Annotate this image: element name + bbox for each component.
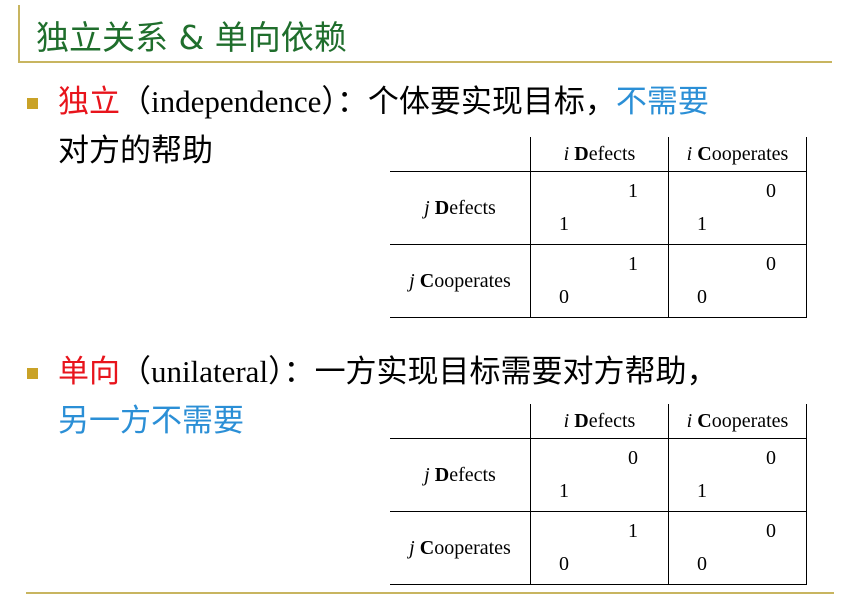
payoff-j: 0	[559, 553, 569, 575]
row-label-j-defects: j Defects	[390, 438, 531, 512]
payoff-i: 0	[628, 447, 638, 469]
col-header-i-defects: i Defects	[530, 137, 669, 172]
row-label-j-cooperates: j Cooperates	[390, 244, 531, 318]
slide-title: 独立关系 & 单向依赖	[36, 18, 347, 57]
section2-desc: 一方实现目标需要对方帮助，	[314, 354, 718, 390]
payoff-cell: 10	[530, 244, 669, 318]
payoff-i: 1	[628, 180, 638, 202]
section2-paren-open: （	[120, 354, 151, 390]
payoff-cell: 01	[668, 438, 807, 512]
section2-term: 单向	[58, 354, 120, 390]
section1-colon: ：	[336, 84, 368, 120]
payoff-j: 1	[697, 480, 707, 502]
payoff-table-unilateral: i Defects i Cooperates j Defects 01 01 j…	[390, 404, 807, 585]
payoff-cell: 01	[668, 171, 807, 245]
section2-line1: 单向（unilateral）：一方实现目标需要对方帮助，	[58, 356, 718, 388]
payoff-cell: 11	[530, 171, 669, 245]
payoff-table-independence: i Defects i Cooperates j Defects 11 01 j…	[390, 137, 807, 318]
payoff-i: 0	[766, 447, 776, 469]
payoff-i: 0	[766, 520, 776, 542]
payoff-cell: 00	[668, 511, 807, 585]
payoff-j: 0	[697, 286, 707, 308]
bottom-rule	[26, 592, 834, 594]
row-label-j-cooperates: j Cooperates	[390, 511, 531, 585]
section1-english: independence	[151, 84, 322, 119]
col-header-i-cooperates: i Cooperates	[668, 404, 807, 439]
payoff-i: 1	[628, 520, 638, 542]
payoff-j: 1	[697, 213, 707, 235]
section1-desc: 个体要实现目标，	[367, 84, 616, 120]
payoff-i: 0	[766, 253, 776, 275]
table-corner	[390, 137, 531, 172]
table-corner	[390, 404, 531, 439]
section2-line2: 另一方不需要	[58, 403, 244, 439]
col-header-i-cooperates: i Cooperates	[668, 137, 807, 172]
payoff-i: 1	[628, 253, 638, 275]
bullet-square-icon	[27, 98, 38, 109]
section2-paren-close: ）	[268, 354, 284, 390]
section2-english: unilateral	[151, 354, 269, 389]
col-header-i-defects: i Defects	[530, 404, 669, 439]
section1-paren-close: ）	[321, 84, 337, 120]
payoff-cell: 01	[530, 438, 669, 512]
section1-highlight: 不需要	[615, 84, 709, 120]
title-bar: 独立关系 & 单向依赖	[18, 5, 832, 63]
payoff-j: 0	[697, 553, 707, 575]
payoff-j: 1	[559, 213, 569, 235]
section1-term: 独立	[58, 84, 120, 120]
row-label-j-defects: j Defects	[390, 171, 531, 245]
bullet-square-icon	[27, 368, 38, 379]
payoff-cell: 00	[668, 244, 807, 318]
section2-colon: ：	[283, 354, 315, 390]
section1-line2: 对方的帮助	[58, 133, 213, 169]
payoff-cell: 10	[530, 511, 669, 585]
payoff-i: 0	[766, 180, 776, 202]
payoff-j: 1	[559, 480, 569, 502]
section1-paren-open: （	[120, 84, 151, 120]
section1-line1: 独立（independence）：个体要实现目标，不需要	[58, 86, 709, 118]
payoff-j: 0	[559, 286, 569, 308]
